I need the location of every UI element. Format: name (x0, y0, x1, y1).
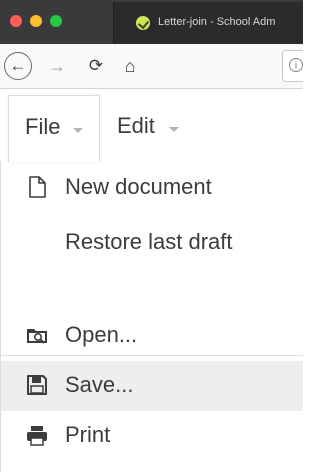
edit-menu-label: Edit (117, 113, 155, 138)
edit-menu-button[interactable]: Edit (117, 113, 197, 143)
file-menu-button[interactable]: File (8, 95, 100, 162)
browser-window: Letter-join - School Adm ← → ⟳ ⌂ i File … (0, 0, 303, 472)
save-floppy-icon (27, 375, 47, 395)
reload-icon[interactable]: ⟳ (82, 52, 110, 80)
navigation-toolbar: ← → ⟳ ⌂ i (0, 44, 303, 89)
menu-item-open[interactable]: Open... (1, 311, 303, 361)
close-window-button[interactable] (10, 15, 22, 27)
address-bar[interactable]: i (282, 50, 303, 82)
menu-bar: File Edit (0, 89, 303, 162)
file-menu-label: File (25, 114, 61, 139)
letter-join-favicon-icon (136, 16, 150, 30)
menu-item-label: Restore last draft (65, 229, 233, 254)
menu-item-label: Open... (65, 322, 138, 347)
menu-item-print[interactable]: Print (1, 411, 303, 461)
minimize-window-button[interactable] (30, 15, 42, 27)
file-dropdown-menu: New document Restore last draft Open... (0, 161, 303, 472)
browser-tab[interactable]: Letter-join - School Adm (113, 2, 303, 44)
new-document-icon (29, 176, 46, 198)
tab-title: Letter-join - School Adm (158, 16, 276, 28)
menu-item-label: Print (65, 422, 111, 447)
site-info-icon[interactable]: i (289, 58, 303, 72)
printer-icon (27, 426, 47, 446)
menu-item-label: New document (65, 174, 212, 199)
chevron-down-icon (169, 127, 179, 132)
page-content: File Edit New document Restore last draf… (0, 89, 303, 472)
forward-arrow-icon[interactable]: → (43, 52, 71, 80)
home-icon[interactable]: ⌂ (116, 52, 144, 80)
tab-strip: Letter-join - School Adm (0, 0, 303, 44)
menu-item-restore-last-draft[interactable]: Restore last draft (1, 218, 303, 268)
menu-item-label: Save... (65, 372, 134, 397)
zoom-window-button[interactable] (50, 15, 62, 27)
menu-item-new-document[interactable]: New document (1, 163, 303, 213)
chevron-down-icon (73, 128, 83, 133)
open-folder-icon (27, 329, 47, 344)
back-arrow-icon[interactable]: ← (4, 52, 32, 80)
menu-item-save[interactable]: Save... (1, 361, 303, 411)
